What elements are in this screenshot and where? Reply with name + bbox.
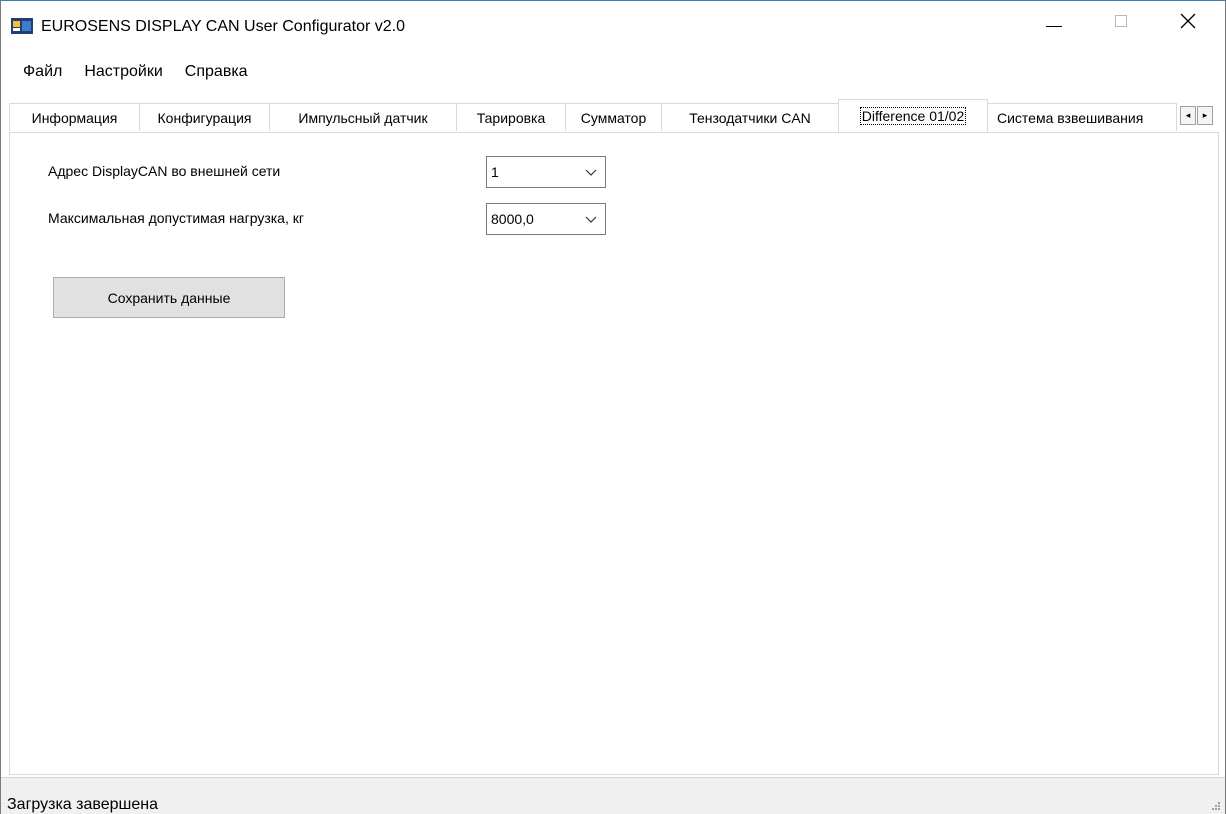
app-window: EUROSENS DISPLAY CAN User Configurator v…	[0, 0, 1226, 814]
menu-help[interactable]: Справка	[177, 59, 258, 85]
close-icon	[1180, 13, 1196, 29]
status-text: Загрузка завершена	[7, 796, 158, 813]
minimize-icon	[1046, 25, 1062, 27]
menu-file[interactable]: Файл	[15, 59, 72, 85]
tab-calibration[interactable]: Тарировка	[456, 103, 566, 131]
minimize-button[interactable]	[1031, 1, 1077, 41]
chevron-down-icon	[585, 216, 597, 223]
tab-label: Сумматор	[580, 109, 647, 126]
tab-scroll-left-button[interactable]: ◂	[1180, 106, 1196, 125]
max-load-value: 8000,0	[491, 211, 534, 227]
tab-label: Информация	[31, 109, 118, 126]
close-button[interactable]	[1165, 1, 1211, 41]
resize-grip-icon[interactable]	[1209, 799, 1221, 811]
tab-panel-difference: Адрес DisplayCAN во внешней сети 1 Макси…	[9, 132, 1219, 775]
tab-strip: Информация Конфигурация Импульсный датчи…	[9, 99, 1219, 133]
tab-configuration[interactable]: Конфигурация	[139, 103, 270, 131]
menu-settings[interactable]: Настройки	[76, 59, 172, 85]
tab-information[interactable]: Информация	[9, 103, 140, 131]
status-bar: Загрузка завершена	[1, 777, 1225, 814]
tab-weighing-system[interactable]: Система взвешивания	[987, 103, 1177, 131]
address-value: 1	[491, 164, 499, 180]
maximize-icon	[1115, 15, 1127, 27]
save-data-button[interactable]: Сохранить данные	[53, 277, 285, 318]
arrow-right-icon: ▸	[1202, 110, 1208, 120]
tab-label: Тарировка	[476, 109, 546, 126]
address-label: Адрес DisplayCAN во внешней сети	[48, 163, 281, 179]
tab-label: Тензодатчики CAN	[689, 109, 811, 126]
tab-scroll-right-button[interactable]: ▸	[1197, 106, 1213, 125]
tab-pulse-sensor[interactable]: Импульсный датчик	[269, 103, 457, 131]
address-select[interactable]: 1	[486, 156, 606, 188]
arrow-left-icon: ◂	[1185, 110, 1191, 120]
tab-label: Конфигурация	[157, 109, 252, 126]
title-bar[interactable]: EUROSENS DISPLAY CAN User Configurator v…	[1, 1, 1225, 51]
tab-label: Система взвешивания	[997, 109, 1144, 126]
tab-label: Импульсный датчик	[298, 109, 428, 126]
tab-strain-sensors-can[interactable]: Тензодатчики CAN	[661, 103, 839, 131]
chevron-down-icon	[585, 169, 597, 176]
tab-difference[interactable]: Difference 01/02	[838, 99, 988, 132]
max-load-label: Максимальная допустимая нагрузка, кг	[48, 210, 304, 226]
max-load-select[interactable]: 8000,0	[486, 203, 606, 235]
tab-label: Difference 01/02	[859, 107, 967, 125]
maximize-button[interactable]	[1098, 1, 1144, 41]
tab-summator[interactable]: Сумматор	[565, 103, 662, 131]
app-logo-icon	[11, 18, 33, 34]
menu-bar: Файл Настройки Справка	[1, 57, 1225, 87]
window-title: EUROSENS DISPLAY CAN User Configurator v…	[41, 18, 405, 35]
